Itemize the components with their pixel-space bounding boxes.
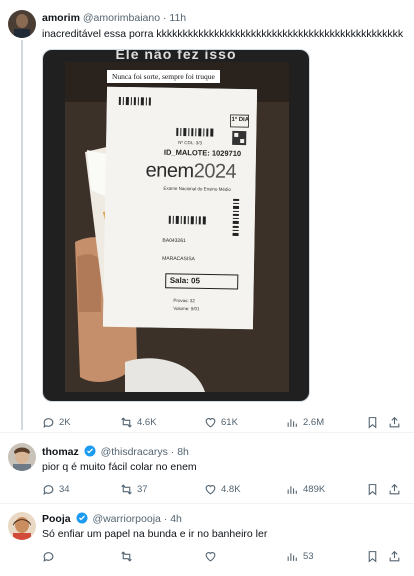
retweet-icon bbox=[121, 483, 132, 495]
retweet-icon bbox=[121, 416, 132, 428]
verified-icon bbox=[84, 445, 96, 457]
tweet-text: pior q é muito fácil colar no enem bbox=[42, 461, 197, 473]
tweet-header: Pooja @warriorpooja · 4h bbox=[42, 512, 182, 525]
media-overlay-caption: Nunca foi sorte, sempre foi truque bbox=[107, 70, 220, 83]
sala-label: Sala: 05 bbox=[169, 275, 201, 286]
reply-count: 2K bbox=[59, 416, 71, 428]
avatar[interactable] bbox=[8, 10, 36, 38]
avatar[interactable] bbox=[8, 443, 36, 471]
share-icon bbox=[389, 550, 400, 561]
handle[interactable]: @thisdracarys bbox=[101, 446, 168, 458]
malote-id: ID_MALOTE: 1029710 bbox=[163, 147, 242, 159]
reply-button[interactable]: 34 bbox=[42, 481, 70, 497]
views-count: 2.6M bbox=[303, 416, 325, 428]
day-label: 1º DIA bbox=[231, 116, 250, 124]
media-top-caption: Ele não fez isso bbox=[115, 49, 237, 62]
bookmark-icon bbox=[368, 416, 377, 429]
bookmark-button[interactable] bbox=[366, 548, 379, 564]
like-button[interactable]: 4.8K bbox=[204, 481, 241, 497]
tweet-text: inacreditável essa porra kkkkkkkkkkkkkkk… bbox=[42, 28, 404, 40]
retweet-button[interactable]: 4.6K bbox=[120, 414, 157, 430]
bookmark-icon bbox=[368, 483, 377, 496]
enem-logo: enem2024 bbox=[145, 159, 237, 183]
tweet-actions: 34 37 4.8K 489K bbox=[42, 481, 414, 497]
reply-button[interactable]: 2K bbox=[42, 414, 71, 430]
exam-sheet: 1º DIA Nº CDL: 3/3 ID_MALOTE: 1029710 en… bbox=[102, 86, 258, 330]
heart-icon bbox=[205, 551, 216, 561]
tweet-text: Só enfiar um papel na bunda e ir no banh… bbox=[42, 528, 268, 540]
display-name[interactable]: amorim bbox=[42, 12, 80, 24]
reply-button[interactable] bbox=[42, 548, 59, 564]
exam-code: BA043261 bbox=[162, 237, 186, 245]
reply-tweet[interactable]: Pooja @warriorpooja · 4h Só enfiar um pa… bbox=[0, 504, 414, 576]
bookmark-button[interactable] bbox=[366, 481, 379, 497]
share-button[interactable] bbox=[388, 548, 401, 564]
share-icon bbox=[389, 416, 400, 427]
retweet-button[interactable] bbox=[120, 548, 137, 564]
views-icon bbox=[287, 552, 297, 561]
retweet-icon bbox=[121, 550, 132, 562]
timestamp[interactable]: 8h bbox=[177, 446, 189, 458]
timestamp[interactable]: 4h bbox=[170, 513, 182, 525]
timestamp[interactable]: 11h bbox=[169, 12, 186, 24]
handle[interactable]: @amorimbaiano bbox=[83, 12, 160, 24]
views-button[interactable]: 53 bbox=[286, 548, 314, 564]
retweet-button[interactable]: 37 bbox=[120, 481, 148, 497]
retweet-count: 4.6K bbox=[137, 416, 157, 428]
tweet-header: amorim @amorimbaiano · 11h bbox=[42, 12, 187, 24]
bookmark-button[interactable] bbox=[366, 414, 379, 430]
volume-label: Volume: 9/01 bbox=[173, 305, 200, 312]
verified-icon bbox=[76, 512, 88, 524]
like-count: 61K bbox=[221, 416, 238, 428]
heart-icon bbox=[205, 417, 216, 427]
like-button[interactable]: 61K bbox=[204, 414, 238, 430]
share-button[interactable] bbox=[388, 414, 401, 430]
views-icon bbox=[287, 485, 297, 494]
main-tweet[interactable]: amorim @amorimbaiano · 11h inacreditável… bbox=[0, 0, 414, 432]
display-name[interactable]: Pooja bbox=[42, 513, 71, 525]
views-count: 53 bbox=[303, 550, 314, 562]
views-icon bbox=[287, 418, 297, 427]
bookmark-icon bbox=[368, 550, 377, 563]
reply-tweet[interactable]: thomaz @thisdracarys · 8h pior q é muito… bbox=[0, 433, 414, 503]
display-name[interactable]: thomaz bbox=[42, 446, 79, 458]
tweet-actions: 2K 4.6K 61K 2.6M bbox=[42, 414, 414, 430]
exam-photo: 1º DIA Nº CDL: 3/3 ID_MALOTE: 1029710 en… bbox=[65, 62, 289, 392]
views-button[interactable]: 2.6M bbox=[286, 414, 324, 430]
heart-icon bbox=[205, 484, 216, 494]
like-button[interactable] bbox=[204, 548, 221, 564]
avatar[interactable] bbox=[8, 512, 36, 540]
reply-count: 34 bbox=[59, 483, 70, 495]
reply-icon bbox=[43, 551, 54, 562]
retweet-count: 37 bbox=[137, 483, 148, 495]
tweet-header: thomaz @thisdracarys · 8h bbox=[42, 445, 189, 458]
views-button[interactable]: 489K bbox=[286, 481, 325, 497]
tweet-media[interactable]: Ele não fez isso 1º DIA Nº CDL: 3/3 ID_M… bbox=[42, 49, 310, 402]
handle[interactable]: @warriorpooja bbox=[92, 513, 160, 525]
share-icon bbox=[389, 483, 400, 494]
tweet-actions: 53 bbox=[42, 548, 414, 564]
reply-icon bbox=[43, 484, 54, 495]
reply-icon bbox=[43, 417, 54, 428]
views-count: 489K bbox=[303, 483, 326, 495]
city-label: MARACASISA bbox=[162, 255, 195, 263]
cdl-label: Nº CDL: 3/3 bbox=[178, 139, 203, 146]
like-count: 4.8K bbox=[221, 483, 241, 495]
provas-label: Provas: 32 bbox=[173, 297, 195, 304]
share-button[interactable] bbox=[388, 481, 401, 497]
